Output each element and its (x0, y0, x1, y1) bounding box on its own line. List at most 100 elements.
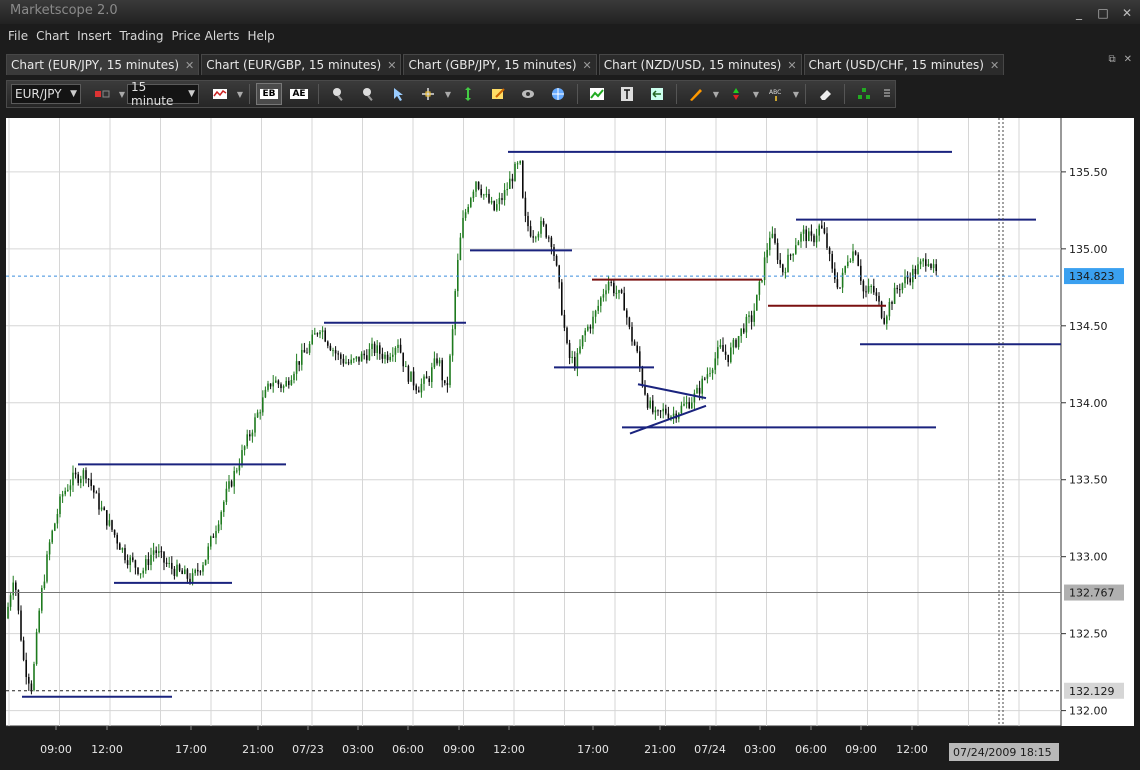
candle-body (399, 344, 402, 353)
zoom-in-icon[interactable] (325, 83, 351, 105)
candle-body (197, 569, 199, 572)
candle-body (462, 217, 464, 238)
chart-area[interactable]: 132.00 132.50 133.00 133.50 134.00 134.50 135.… (6, 118, 1134, 764)
candle-body (418, 390, 420, 393)
candle-body (503, 190, 506, 201)
candle-body (698, 387, 701, 394)
tab-eur-gbp[interactable]: Chart (EUR/GBP, 15 minutes) ✕ (201, 54, 402, 75)
candle-body (844, 266, 846, 273)
candle-body (545, 224, 547, 238)
candle-body (368, 349, 371, 361)
candle-body (480, 189, 482, 196)
candle-body (493, 200, 495, 211)
pencil-icon[interactable] (683, 83, 709, 105)
candle-body (529, 226, 532, 237)
chart-type-icon[interactable] (207, 83, 233, 105)
price-chart[interactable]: 132.00 132.50 133.00 133.50 134.00 134.50 135.… (6, 118, 1134, 764)
maximize-button[interactable]: □ (1096, 2, 1110, 24)
candle-body (587, 326, 589, 331)
chevron-down-icon[interactable]: ▼ (791, 90, 801, 99)
candle-body (121, 548, 124, 550)
candle-body (685, 402, 688, 404)
tab-eur-jpy[interactable]: Chart (EUR/JPY, 15 minutes) ✕ (6, 54, 200, 75)
globe-icon[interactable] (545, 83, 571, 105)
chevron-down-icon[interactable]: ▼ (117, 90, 127, 99)
tab-gbp-jpy[interactable]: Chart (GBP/JPY, 15 minutes) ✕ (403, 54, 597, 75)
close-tab-icon[interactable]: ✕ (787, 56, 796, 75)
timeframe-select[interactable]: 15 minute ▼ (127, 80, 199, 108)
more-icon[interactable] (881, 83, 893, 105)
eraser-icon[interactable] (812, 83, 838, 105)
close-tab-icon[interactable]: ✕ (387, 56, 396, 75)
candle-body (800, 233, 802, 242)
crosshair-icon[interactable] (415, 83, 441, 105)
text-tool-icon[interactable]: ABC (763, 83, 789, 105)
candle-body (267, 383, 269, 390)
edit-icon[interactable] (485, 83, 511, 105)
candle-body (150, 554, 152, 566)
menu-file[interactable]: File (4, 26, 32, 48)
candle-body (345, 362, 347, 364)
y-tick-label: 132.00 (1069, 705, 1108, 718)
menu-price-alerts[interactable]: Price Alerts (168, 26, 244, 48)
candle-body (805, 229, 807, 242)
candle-body (350, 359, 352, 364)
candle-body (80, 478, 82, 483)
x-tick-label: 12:00 (896, 743, 928, 756)
bid-price-button[interactable]: EB (256, 83, 282, 105)
candle-body (828, 247, 831, 254)
candle-body (597, 305, 599, 311)
candle-body (194, 569, 196, 574)
close-tab-icon[interactable]: ✕ (990, 56, 999, 75)
chevron-down-icon[interactable]: ▼ (711, 90, 721, 99)
candle-body (865, 291, 867, 293)
candle-body (126, 560, 129, 566)
candle-body (896, 287, 898, 290)
ask-price-button[interactable]: AE (286, 83, 312, 105)
candle-body (85, 470, 87, 479)
candle-body (33, 663, 35, 691)
import-icon[interactable] (644, 83, 670, 105)
close-button[interactable]: ✕ (1120, 2, 1134, 24)
menu-chart[interactable]: Chart (32, 26, 73, 48)
bid-ask-icon[interactable] (89, 83, 115, 105)
candle-body (46, 554, 48, 582)
candle-body (930, 263, 932, 269)
candle-body (771, 233, 774, 238)
candle-body (667, 413, 670, 419)
candle-body (714, 358, 716, 370)
minimize-button[interactable]: _ (1072, 2, 1086, 24)
candle-body (152, 550, 155, 555)
close-tab-icon[interactable]: ✕ (185, 56, 194, 75)
eye-icon[interactable] (515, 83, 541, 105)
close-tab-icon[interactable]: ✕ (583, 56, 592, 75)
menu-trading[interactable]: Trading (116, 26, 168, 48)
restore-icon[interactable]: ⧉ (1108, 54, 1115, 65)
marker-icon[interactable] (723, 83, 749, 105)
close-panel-icon[interactable]: ✕ (1124, 54, 1132, 65)
text-cursor-icon[interactable] (614, 83, 640, 105)
instrument-select[interactable]: EUR/JPY ▼ (11, 84, 81, 104)
candle-body (340, 354, 342, 359)
menu-insert[interactable]: Insert (73, 26, 115, 48)
cursor-icon[interactable] (385, 83, 411, 105)
candle-body (158, 551, 160, 553)
candle-body (672, 413, 675, 417)
chevron-down-icon[interactable]: ▼ (443, 90, 453, 99)
indicator-icon[interactable] (584, 83, 610, 105)
tab-nzd-usd[interactable]: Chart (NZD/USD, 15 minutes) ✕ (598, 54, 802, 75)
fit-to-screen-icon[interactable] (455, 83, 481, 105)
chevron-down-icon[interactable]: ▼ (235, 90, 245, 99)
menu-help[interactable]: Help (243, 26, 278, 48)
tab-usd-chf[interactable]: Chart (USD/CHF, 15 minutes) ✕ (803, 54, 1005, 75)
x-tick-label: 09:00 (40, 743, 72, 756)
chevron-down-icon: ▼ (188, 89, 195, 99)
chevron-down-icon[interactable]: ▼ (751, 90, 761, 99)
candle-body (576, 352, 579, 369)
tab-label: Chart (NZD/USD, 15 minutes) (603, 57, 782, 72)
pyramid-icon[interactable] (851, 83, 877, 105)
zoom-out-icon[interactable] (355, 83, 381, 105)
candle-body (870, 286, 872, 288)
candle-body (69, 485, 72, 490)
candle-body (646, 394, 649, 408)
